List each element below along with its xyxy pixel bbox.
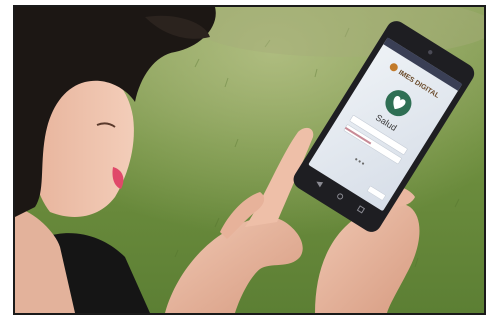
photo-scene: IMES DIGITAL Salud [15, 7, 484, 313]
photo-frame: IMES DIGITAL Salud [13, 5, 486, 315]
